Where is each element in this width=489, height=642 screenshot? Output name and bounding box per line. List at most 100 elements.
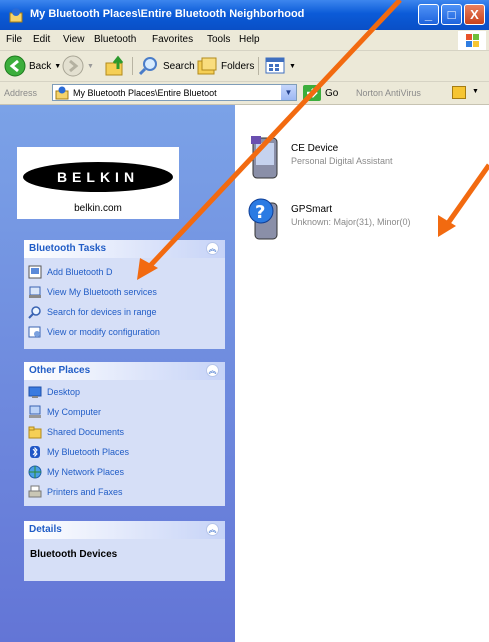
- place-shared-documents[interactable]: Shared Documents: [28, 424, 124, 440]
- task-add-bluetooth-device[interactable]: Add Bluetooth D: [28, 264, 113, 280]
- address-value: My Bluetooth Places\Entire Bluetoot: [73, 88, 217, 98]
- other-places-panel: Other Places ︽ Desktop My Computer Share…: [24, 362, 225, 506]
- task-view-services[interactable]: View My Bluetooth services: [28, 284, 157, 300]
- task-search-devices[interactable]: Search for devices in range: [28, 304, 157, 320]
- device-item[interactable]: CE Device Personal Digital Assistant: [245, 136, 393, 180]
- norton-icon[interactable]: [452, 86, 466, 99]
- bluetooth-tasks-title: Bluetooth Tasks: [29, 243, 107, 254]
- close-icon: X: [470, 7, 479, 22]
- views-button[interactable]: ▼: [264, 55, 296, 77]
- place-label: Printers and Faxes: [47, 487, 123, 497]
- place-label: My Network Places: [47, 467, 125, 477]
- task-label: Search for devices in range: [47, 307, 157, 317]
- details-header[interactable]: Details ︽: [24, 521, 225, 539]
- address-label: Address: [4, 88, 38, 98]
- address-input[interactable]: My Bluetooth Places\Entire Bluetoot ▼: [52, 84, 297, 101]
- menu-bluetooth[interactable]: Bluetooth: [94, 34, 136, 45]
- menu-tools[interactable]: Tools: [207, 34, 230, 45]
- belkin-logo-text: BELKIN: [23, 162, 173, 192]
- folders-button[interactable]: Folders: [196, 55, 254, 77]
- back-button[interactable]: Back ▼: [4, 55, 61, 77]
- forward-button[interactable]: ▼: [62, 55, 94, 77]
- place-label: Shared Documents: [47, 427, 125, 437]
- window-title: My Bluetooth Places\Entire Bluetooth Nei…: [30, 8, 305, 20]
- unknown-device-icon: ?: [248, 198, 278, 240]
- menu-edit[interactable]: Edit: [33, 34, 50, 45]
- forward-arrow-icon: [62, 55, 84, 77]
- place-my-network-places[interactable]: My Network Places: [28, 464, 124, 480]
- collapse-icon[interactable]: ︽: [206, 364, 219, 377]
- device-name: GPSmart: [291, 204, 333, 215]
- minimize-button[interactable]: _: [418, 4, 439, 25]
- desktop-icon: [28, 386, 42, 398]
- menu-view[interactable]: View: [63, 34, 85, 45]
- place-my-bluetooth-places[interactable]: My Bluetooth Places: [28, 444, 129, 460]
- device-description: Unknown: Major(31), Minor(0): [291, 217, 411, 227]
- details-panel: Details ︽ Bluetooth Devices: [24, 521, 225, 581]
- back-label: Back: [29, 60, 52, 72]
- add-device-icon: [28, 265, 42, 279]
- standard-toolbar: Back ▼ ▼ Search Folders ▼: [0, 51, 489, 82]
- address-bar: Address My Bluetooth Places\Entire Bluet…: [0, 82, 489, 105]
- details-title: Details: [29, 524, 62, 535]
- views-icon: [265, 57, 285, 74]
- chevron-down-icon: ▼: [87, 62, 94, 70]
- svg-text:?: ?: [255, 202, 265, 223]
- chevron-down-icon: ▼: [54, 62, 62, 70]
- place-label: My Bluetooth Places: [47, 447, 130, 457]
- title-bar[interactable]: My Bluetooth Places\Entire Bluetooth Nei…: [0, 0, 489, 30]
- address-dropdown-button[interactable]: ▼: [281, 85, 296, 100]
- task-pane: BELKIN belkin.com Bluetooth Tasks ︽ Add …: [0, 105, 235, 642]
- bluetooth-tasks-header[interactable]: Bluetooth Tasks ︽: [24, 240, 225, 258]
- back-arrow-icon: [4, 55, 26, 77]
- chevron-down-icon: ▼: [284, 88, 293, 97]
- menu-help[interactable]: Help: [239, 34, 260, 45]
- search-label: Search: [163, 60, 195, 72]
- toolbar-separator: [132, 57, 133, 75]
- view-services-icon: [29, 286, 41, 298]
- chevron-down-icon[interactable]: ▼: [472, 88, 479, 95]
- device-item[interactable]: ? GPSmart Unknown: Major(31), Minor(0): [245, 197, 411, 241]
- configuration-icon: [28, 326, 41, 338]
- up-folder-button[interactable]: [104, 55, 126, 77]
- place-printers-faxes[interactable]: Printers and Faxes: [28, 484, 123, 500]
- shared-documents-icon: [28, 426, 42, 439]
- collapse-icon[interactable]: ︽: [206, 523, 219, 536]
- network-places-icon: [28, 465, 42, 479]
- bluetooth-places-icon: [30, 446, 40, 458]
- folders-label: Folders: [221, 60, 255, 72]
- my-computer-icon: [29, 405, 41, 418]
- maximize-icon: □: [447, 7, 456, 22]
- windows-flag-icon: [458, 31, 486, 50]
- go-button[interactable]: Go: [303, 85, 338, 101]
- place-my-computer[interactable]: My Computer: [28, 404, 101, 420]
- maximize-button[interactable]: □: [441, 4, 462, 25]
- task-modify-configuration[interactable]: View or modify configuration: [28, 324, 160, 340]
- up-folder-icon: [105, 55, 124, 76]
- bluetooth-places-icon: [55, 86, 69, 100]
- other-places-header[interactable]: Other Places ︽: [24, 362, 225, 380]
- place-label: My Computer: [47, 407, 102, 417]
- search-button[interactable]: Search: [138, 55, 195, 77]
- collapse-icon[interactable]: ︽: [206, 242, 219, 255]
- place-label: Desktop: [47, 387, 81, 397]
- task-label: View or modify configuration: [47, 327, 160, 337]
- go-label: Go: [325, 87, 339, 99]
- bluetooth-tasks-panel: Bluetooth Tasks ︽ Add Bluetooth D View M…: [24, 240, 225, 349]
- menu-file[interactable]: File: [6, 34, 22, 45]
- bluetooth-places-icon: [9, 8, 23, 23]
- close-button[interactable]: X: [464, 4, 485, 25]
- menu-bar: File Edit View Bluetooth Favorites Tools…: [0, 30, 489, 51]
- device-name: CE Device: [291, 143, 339, 154]
- file-list-view: CE Device Personal Digital Assistant ? G…: [235, 105, 489, 642]
- search-icon: [28, 306, 41, 319]
- folders-icon: [197, 57, 217, 75]
- menu-favorites[interactable]: Favorites: [152, 34, 193, 45]
- device-description: Personal Digital Assistant: [291, 156, 393, 166]
- place-desktop[interactable]: Desktop: [28, 384, 80, 400]
- belkin-url[interactable]: belkin.com: [17, 203, 179, 214]
- minimize-icon: _: [424, 7, 433, 22]
- toolbar-separator: [258, 57, 259, 75]
- belkin-logo: BELKIN belkin.com: [17, 147, 179, 219]
- norton-antivirus-label[interactable]: Norton AntiVirus: [356, 88, 421, 98]
